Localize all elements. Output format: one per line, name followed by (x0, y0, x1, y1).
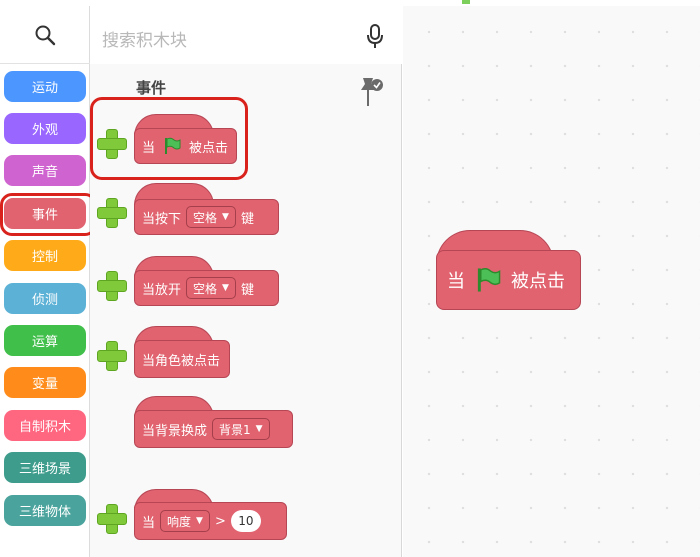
dropdown-arrow-icon: ▼ (222, 212, 229, 222)
category-label: 三维物体 (18, 505, 71, 520)
category-label: 外观 (31, 123, 58, 138)
section-title: 事件 (136, 79, 167, 97)
block-text: 当 (142, 515, 156, 531)
block-text: 当放开 (142, 282, 182, 298)
add-block-plus-icon[interactable] (96, 197, 127, 228)
category-control[interactable]: 控制 (4, 240, 86, 271)
dropdown-value: 响度 (167, 514, 192, 529)
dropdown-arrow-icon: ▼ (255, 424, 263, 434)
block-text: 当背景换成 (142, 423, 208, 439)
green-flag-icon (477, 268, 501, 292)
dropdown-value: 空格 (193, 281, 218, 296)
pin-icon[interactable] (359, 76, 385, 108)
events-highlight-ring (0, 193, 97, 236)
key-dropdown[interactable]: 空格 ▼ (186, 277, 236, 299)
category-operators[interactable]: 运算 (4, 325, 86, 356)
category-label: 声音 (31, 165, 58, 180)
sensor-dropdown[interactable]: 响度 ▼ (160, 510, 210, 532)
when-key-released-block[interactable]: 当放开 空格 ▼ 键 (134, 270, 279, 306)
when-loudness-block[interactable]: 当 响度 ▼ > 10 (134, 502, 287, 540)
category-looks[interactable]: 外观 (4, 113, 86, 144)
dropdown-value: 背景1 (219, 422, 251, 437)
key-dropdown[interactable]: 空格 ▼ (186, 206, 236, 228)
dropdown-value: 空格 (193, 210, 218, 225)
category-3d-scene[interactable]: 三维场景 (4, 452, 86, 483)
add-block-plus-icon[interactable] (96, 503, 127, 534)
when-sprite-clicked-block[interactable]: 当角色被点击 (134, 340, 230, 378)
threshold-input[interactable]: 10 (230, 510, 261, 532)
category-my-blocks[interactable]: 自制积木 (4, 410, 86, 441)
block-text: 当按下 (142, 211, 182, 227)
category-label: 运算 (31, 335, 58, 350)
add-block-plus-icon[interactable] (96, 270, 127, 301)
block-text: 键 (240, 211, 254, 227)
category-sound[interactable]: 声音 (4, 155, 86, 186)
category-label: 侦测 (31, 293, 58, 308)
block-text: 键 (240, 282, 254, 298)
dropdown-arrow-icon: ▼ (196, 516, 203, 526)
when-key-pressed-block[interactable]: 当按下 空格 ▼ 键 (134, 199, 279, 235)
category-sensing[interactable]: 侦测 (4, 283, 86, 314)
search-placeholder: 搜索积木块 (102, 31, 187, 51)
search-icon (35, 25, 56, 45)
category-label: 控制 (31, 250, 58, 265)
category-label: 变量 (31, 377, 58, 392)
top-accent (462, 0, 470, 4)
category-label: 三维场景 (18, 462, 71, 477)
canvas-when-flag-clicked-block[interactable]: 当 被点击 (436, 250, 581, 310)
microphone-icon[interactable] (365, 24, 385, 50)
category-variables[interactable]: 变量 (4, 367, 86, 398)
when-backdrop-switches-block[interactable]: 当背景换成 背景1 ▼ (134, 410, 293, 448)
dropdown-arrow-icon: ▼ (222, 283, 229, 293)
category-label: 自制积木 (18, 420, 71, 435)
comparison-operator: > (214, 513, 226, 529)
search-button[interactable] (0, 6, 90, 64)
category-label: 运动 (31, 81, 58, 96)
block-text: 当 (447, 271, 465, 292)
block-text: 被点击 (511, 271, 565, 292)
block-text: 当角色被点击 (142, 353, 221, 369)
backdrop-dropdown[interactable]: 背景1 ▼ (212, 418, 270, 440)
category-3d-object[interactable]: 三维物体 (4, 495, 86, 526)
category-motion[interactable]: 运动 (4, 71, 86, 102)
block-search-field[interactable]: 搜索积木块 (90, 6, 402, 64)
add-block-plus-icon[interactable] (96, 340, 127, 371)
